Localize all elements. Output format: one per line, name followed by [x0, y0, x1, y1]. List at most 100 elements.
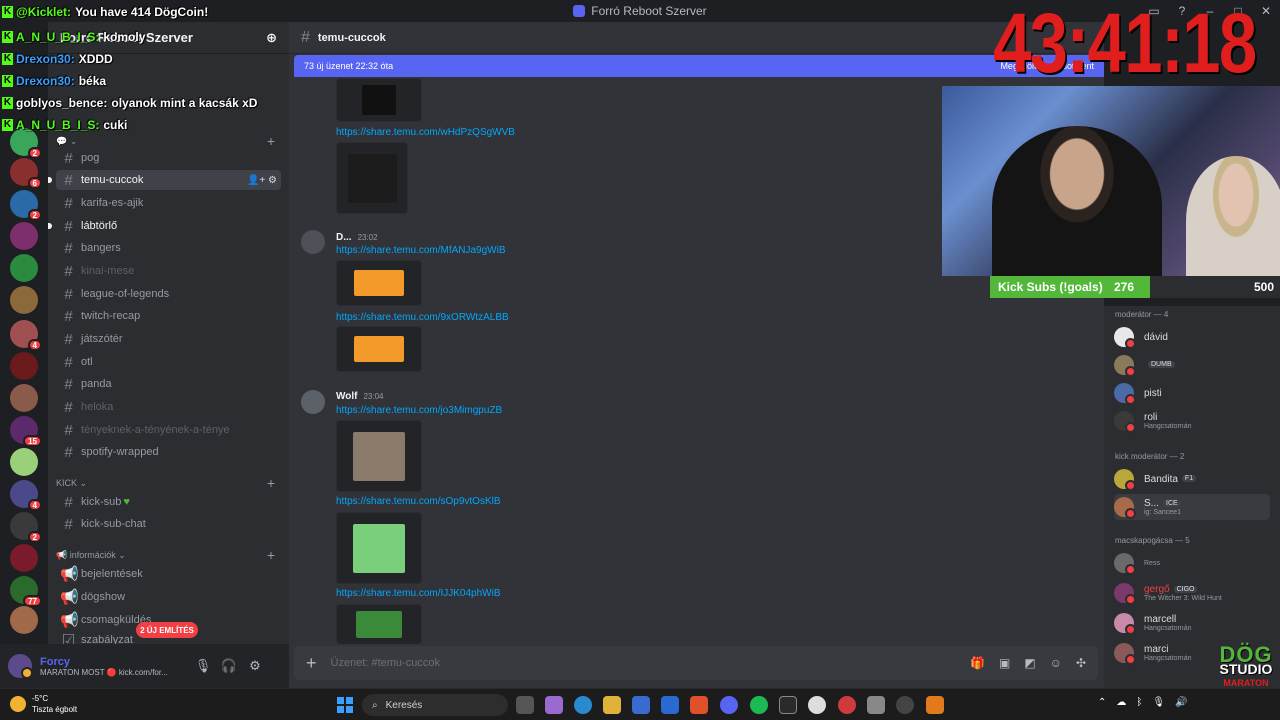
channel-item[interactable]: 📢 dögshow: [56, 587, 281, 607]
bluetooth-icon[interactable]: ᛒ: [1136, 697, 1142, 708]
server-icon[interactable]: [10, 544, 38, 572]
server-icon[interactable]: 4: [10, 480, 42, 511]
message-author[interactable]: D... 23:02: [336, 232, 378, 243]
emoji-icon[interactable]: ☺: [1050, 656, 1062, 670]
store-icon[interactable]: [632, 696, 650, 714]
task-view-icon[interactable]: [516, 696, 534, 714]
message-link[interactable]: https://share.temu.com/IJJK04phWiB: [336, 588, 501, 599]
server-icon[interactable]: [10, 286, 38, 314]
server-icon[interactable]: 15: [10, 416, 42, 447]
channel-item[interactable]: # league-of-legends: [56, 284, 281, 304]
channel-item[interactable]: # játszótér: [56, 329, 281, 349]
image-embed[interactable]: [336, 78, 422, 122]
chevron-up-icon[interactable]: ⌃: [1098, 697, 1106, 708]
member-item[interactable]: pisti: [1114, 380, 1162, 406]
channel-item[interactable]: # pog: [56, 148, 281, 168]
volume-icon[interactable]: 🔊: [1175, 697, 1187, 708]
server-icon[interactable]: [10, 606, 38, 634]
server-icon[interactable]: [10, 254, 38, 282]
channel-item[interactable]: # otl: [56, 352, 281, 372]
channel-item[interactable]: # bangers: [56, 238, 281, 258]
microphone-icon[interactable]: 🎙: [1152, 697, 1165, 708]
image-embed[interactable]: [336, 512, 422, 584]
image-embed[interactable]: [336, 326, 422, 372]
xbox-icon[interactable]: [779, 696, 797, 714]
app-icon[interactable]: [838, 696, 856, 714]
server-icon[interactable]: [10, 352, 38, 380]
weather-widget[interactable]: -5°C Tiszta égbolt: [10, 693, 77, 715]
image-embed[interactable]: [336, 420, 422, 492]
message-composer[interactable]: + Üzenet: #temu-cuccok 🎁 ▣ ◩ ☺ ✣: [294, 646, 1098, 680]
member-item[interactable]: Ress: [1114, 550, 1160, 576]
gear-icon[interactable]: ⚙: [242, 653, 268, 679]
message-link[interactable]: https://share.temu.com/jo3MimgpuZB: [336, 405, 502, 416]
new-mentions-pill[interactable]: 2 ÚJ EMLÍTÉS: [136, 622, 198, 638]
channel-settings-icon[interactable]: 👤+ ⚙: [247, 175, 277, 186]
channel-item[interactable]: # kick-sub-chat: [56, 514, 281, 534]
channel-item-active[interactable]: # temu-cuccok 👤+ ⚙: [48, 170, 281, 190]
avatar[interactable]: [301, 390, 325, 414]
gift-icon[interactable]: 🎁: [970, 656, 985, 670]
channel-item[interactable]: # spotify-wrapped: [56, 442, 281, 462]
taskbar-search[interactable]: ⌕ Keresés: [362, 694, 508, 716]
image-embed[interactable]: [336, 142, 408, 214]
server-icon[interactable]: 4: [10, 320, 42, 351]
media-player-icon[interactable]: [896, 696, 914, 714]
member-item[interactable]: Bandita F1: [1114, 466, 1197, 492]
message-input[interactable]: Üzenet: #temu-cuccok: [331, 657, 440, 669]
server-icon[interactable]: [10, 448, 38, 476]
headphones-icon[interactable]: 🎧: [216, 653, 242, 679]
settings-icon[interactable]: [867, 696, 885, 714]
channel-item[interactable]: # tényeknek-a-tényének-a-ténye: [56, 420, 281, 440]
add-member-icon[interactable]: ⊕: [266, 30, 277, 46]
category-info[interactable]: 📢 információk ⌄ +: [56, 546, 281, 564]
spotify-icon[interactable]: [750, 696, 768, 714]
add-channel-icon[interactable]: +: [267, 475, 275, 491]
new-messages-bar[interactable]: 73 új üzenet 22:32 óta Megjelölés olvaso…: [294, 55, 1104, 77]
discord-icon[interactable]: [720, 696, 738, 714]
file-explorer-icon[interactable]: [603, 696, 621, 714]
copilot-icon[interactable]: [545, 696, 563, 714]
channel-item[interactable]: # panda: [56, 374, 281, 394]
gif-icon[interactable]: ▣: [999, 656, 1010, 670]
image-embed[interactable]: [336, 604, 422, 644]
image-embed[interactable]: [336, 260, 422, 306]
server-icon[interactable]: 2: [10, 190, 42, 221]
add-channel-icon[interactable]: +: [267, 133, 275, 149]
edge-icon[interactable]: [574, 696, 592, 714]
channel-item[interactable]: 📢 bejelentések: [56, 564, 281, 584]
server-icon[interactable]: 77: [10, 576, 42, 607]
member-item[interactable]: gergő CIGO The Witcher 3: Wild Hunt: [1114, 580, 1222, 606]
member-item[interactable]: S... ICE ig: Sancee1: [1114, 494, 1270, 520]
member-item[interactable]: marcell Hangcsatornán: [1114, 610, 1191, 636]
message-author[interactable]: Wolf 23:04: [336, 391, 384, 402]
server-icon[interactable]: [10, 222, 38, 250]
server-icon[interactable]: 2: [10, 128, 42, 159]
member-item[interactable]: marci Hangcsatornán: [1114, 640, 1191, 666]
user-info[interactable]: Forcy MARATON MOST 🔴 kick.com/for...: [40, 656, 190, 677]
message-link[interactable]: https://share.temu.com/MfANJa9gWiB: [336, 245, 506, 256]
add-attachment-icon[interactable]: +: [306, 653, 317, 674]
vlc-icon[interactable]: [926, 696, 944, 714]
add-channel-icon[interactable]: +: [267, 547, 275, 563]
member-item[interactable]: dávid: [1114, 324, 1168, 350]
message-link[interactable]: https://share.temu.com/wHdPzQSgWVB: [336, 127, 515, 138]
sticker-icon[interactable]: ◩: [1024, 656, 1035, 670]
brave-icon[interactable]: [690, 696, 708, 714]
member-item[interactable]: DUMB: [1114, 352, 1175, 378]
cloud-icon[interactable]: ☁: [1116, 697, 1126, 708]
message-link[interactable]: https://share.temu.com/sOp9vtOsKlB: [336, 496, 501, 507]
obs-icon[interactable]: [808, 696, 826, 714]
channel-item[interactable]: # kinai-mese: [56, 261, 281, 281]
avatar[interactable]: [301, 230, 325, 254]
outlook-icon[interactable]: [661, 696, 679, 714]
channel-item[interactable]: # twitch-recap: [56, 306, 281, 326]
member-item[interactable]: roli Hangcsatornán: [1114, 408, 1191, 434]
apps-icon[interactable]: ✣: [1076, 656, 1086, 670]
avatar[interactable]: [8, 654, 33, 679]
server-icon[interactable]: 2: [10, 512, 42, 543]
channel-item[interactable]: # heloka: [56, 397, 281, 417]
server-icon[interactable]: 6: [10, 158, 42, 189]
microphone-icon[interactable]: 🎙: [190, 653, 216, 679]
windows-start-icon[interactable]: [337, 697, 353, 713]
